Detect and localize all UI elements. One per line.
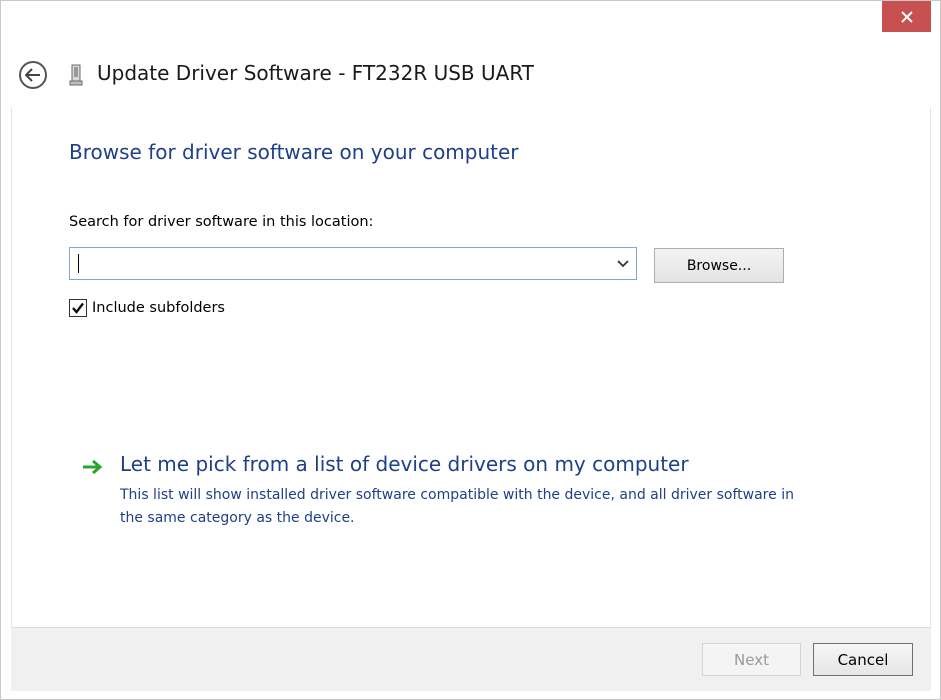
text-caret	[78, 254, 79, 273]
green-arrow-icon	[83, 459, 103, 475]
window-title: Update Driver Software - FT232R USB UART	[97, 61, 534, 85]
pick-from-list-description: This list will show installed driver sof…	[120, 487, 794, 526]
dialog-content: Browse for driver software on your compu…	[11, 107, 931, 627]
search-location-label: Search for driver software in this locat…	[69, 214, 374, 230]
driver-path-combobox[interactable]	[69, 247, 637, 280]
close-button[interactable]	[882, 1, 931, 32]
back-button[interactable]	[19, 61, 47, 89]
back-arrow-icon	[25, 68, 40, 82]
usb-device-icon	[69, 64, 83, 86]
checkmark-icon	[72, 302, 84, 314]
close-icon	[900, 10, 913, 23]
include-subfolders-label: Include subfolders	[92, 300, 225, 316]
page-heading: Browse for driver software on your compu…	[69, 140, 519, 164]
include-subfolders-checkbox[interactable]	[69, 299, 87, 317]
next-button[interactable]: Next	[702, 643, 801, 676]
dialog-footer: Next Cancel	[11, 627, 931, 691]
browse-button[interactable]: Browse...	[654, 248, 784, 283]
cancel-button[interactable]: Cancel	[813, 643, 913, 676]
chevron-down-icon[interactable]	[616, 258, 630, 270]
dialog-window: Update Driver Software - FT232R USB UART…	[0, 0, 941, 700]
driver-path-input[interactable]	[70, 248, 610, 279]
include-subfolders-option[interactable]: Include subfolders	[69, 298, 225, 318]
pick-from-list-title[interactable]: Let me pick from a list of device driver…	[120, 452, 689, 476]
dialog-header: Update Driver Software - FT232R USB UART	[1, 41, 940, 107]
